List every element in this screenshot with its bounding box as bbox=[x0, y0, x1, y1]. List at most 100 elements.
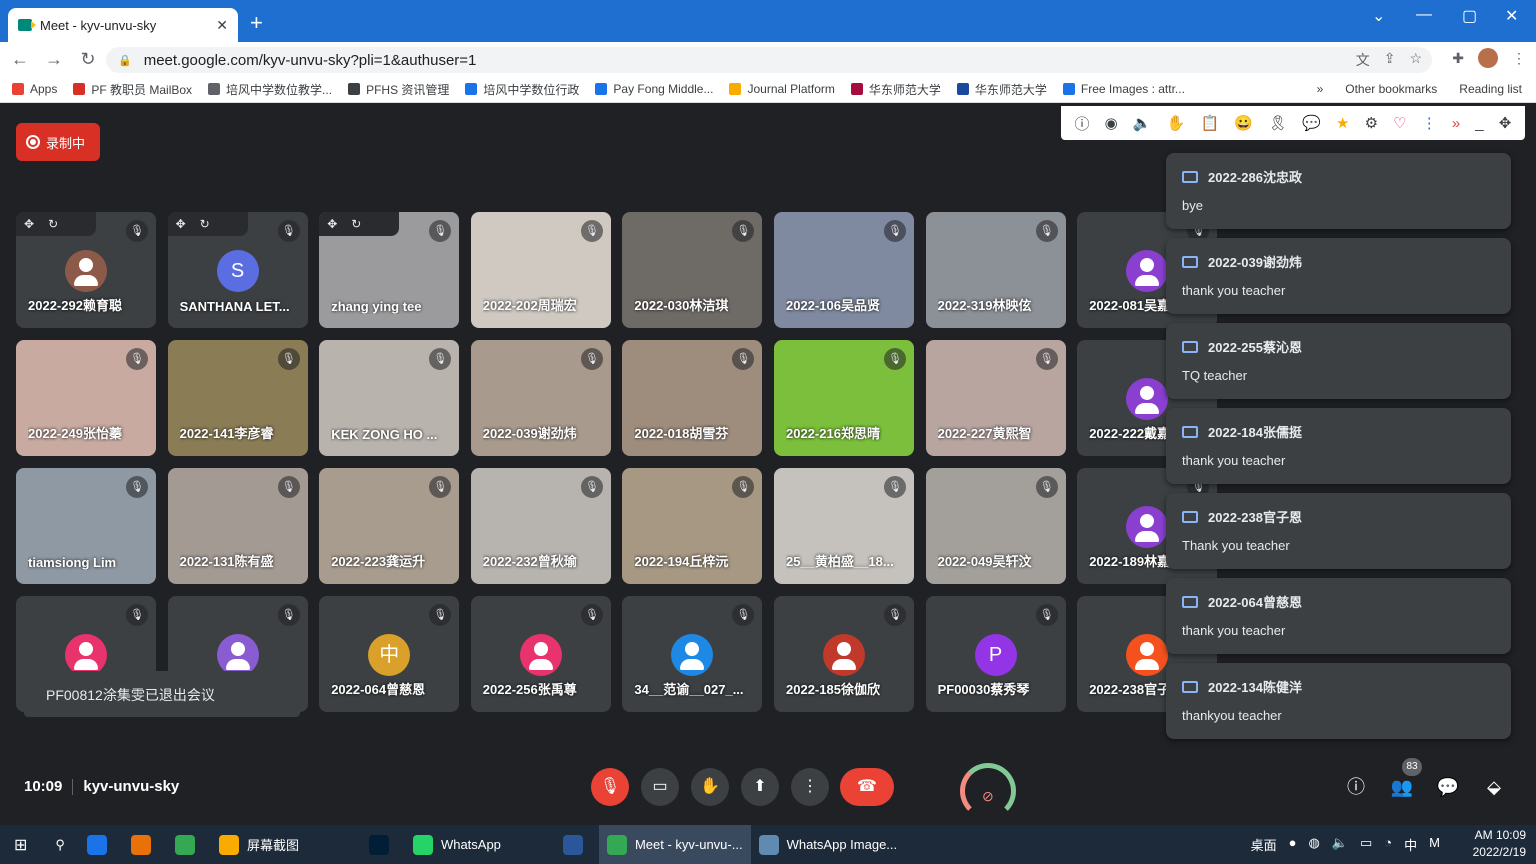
participant-tile[interactable]: 🎙 2022-216郑思晴 bbox=[774, 340, 914, 456]
participant-tile[interactable]: 🎙 2022-227黄熙智 bbox=[925, 340, 1066, 456]
refresh-icon[interactable]: ↻ bbox=[351, 217, 361, 231]
minimize-icon[interactable]: _ bbox=[1475, 115, 1483, 132]
raise-hand-button[interactable]: ✋ bbox=[691, 768, 729, 806]
participant-tile[interactable]: 🎙 P PF00030蔡秀琴 bbox=[925, 596, 1066, 712]
camera-button[interactable]: ▭ bbox=[641, 768, 679, 806]
other-bookmarks[interactable]: Other bookmarks bbox=[1345, 82, 1437, 96]
chat-notification[interactable]: 2022-255蔡沁恩 TQ teacher bbox=[1166, 323, 1511, 399]
address-bar[interactable]: 🔒 meet.google.com/kyv-unvu-sky?pli=1&aut… bbox=[106, 47, 1432, 73]
participant-tile[interactable]: 🎙 2022-141李彦睿 bbox=[167, 340, 308, 456]
participant-tile[interactable]: 🎙 2022-249张怡蓁 bbox=[16, 340, 156, 456]
back-icon[interactable]: ← bbox=[6, 49, 34, 70]
participant-tile[interactable]: 🎙 2022-232曾秋瑜 bbox=[470, 468, 611, 584]
share-icon[interactable]: ⇪ bbox=[1384, 50, 1396, 70]
bookmark-item[interactable]: 培风中学数位教学... bbox=[208, 81, 332, 98]
desktop-label[interactable]: 桌面 bbox=[1251, 835, 1277, 854]
chat-notification[interactable]: 2022-064曾慈恩 thank you teacher bbox=[1166, 578, 1511, 654]
participant-tile[interactable]: 🎙 2022-194丘梓沅 bbox=[622, 468, 763, 584]
gmail-tray-icon[interactable]: M bbox=[1429, 835, 1440, 854]
settings-gear-icon[interactable]: ⚙ bbox=[1365, 114, 1378, 132]
taskbar-app[interactable] bbox=[555, 825, 599, 864]
ime-indicator[interactable]: 中 bbox=[1404, 835, 1417, 854]
recording-indicator[interactable]: 录制中 bbox=[16, 123, 100, 161]
clock-tray-icon[interactable]: ◔ bbox=[1384, 835, 1392, 854]
participant-tile[interactable]: 🎙 2022-202周瑞宏 bbox=[470, 212, 611, 328]
participant-tile[interactable]: 🎙 2022-106吴品贤 bbox=[774, 212, 914, 328]
participant-tile[interactable]: ✥ ↻ 🎙 zhang ying tee bbox=[319, 212, 460, 328]
bookmark-item[interactable]: PFHS 资讯管理 bbox=[348, 81, 449, 98]
profile-avatar[interactable] bbox=[1478, 48, 1498, 68]
taskbar-app[interactable]: Meet - kyv-unvu-... bbox=[598, 825, 751, 864]
taskbar-app[interactable]: WhatsApp bbox=[405, 825, 555, 864]
participant-tile[interactable]: 🎙 25__黄柏盛__18... bbox=[774, 468, 914, 584]
display-icon[interactable]: ▭ bbox=[1360, 835, 1372, 854]
taskbar-app[interactable] bbox=[123, 825, 167, 864]
url-text[interactable]: meet.google.com/kyv-unvu-sky?pli=1&authu… bbox=[144, 52, 477, 69]
search-button[interactable]: ⚲ bbox=[41, 825, 79, 864]
eye-icon[interactable]: ◉ bbox=[1105, 114, 1118, 132]
extensions-icon[interactable]: ✚ bbox=[1452, 50, 1464, 67]
move-icon[interactable]: ✥ bbox=[24, 217, 34, 231]
tab-close-button[interactable]: ✕ bbox=[216, 17, 228, 34]
translate-icon[interactable]: 文 bbox=[1356, 50, 1370, 70]
lock-icon[interactable]: 🔒 bbox=[118, 54, 132, 67]
participant-tile[interactable]: 🎙 2022-319林映伭 bbox=[925, 212, 1066, 328]
bookmark-item[interactable]: PF 教职员 MailBox bbox=[73, 81, 192, 98]
refresh-icon[interactable]: ↻ bbox=[48, 217, 58, 231]
bookmark-item[interactable]: 华东师范大学 bbox=[956, 81, 1047, 98]
reading-list[interactable]: Reading list bbox=[1459, 82, 1522, 96]
participant-tile[interactable]: 🎙 2022-185徐伽欣 bbox=[774, 596, 914, 712]
bookmark-item[interactable]: Pay Fong Middle... bbox=[595, 82, 713, 96]
chat-notification[interactable]: 2022-238官子恩 Thank you teacher bbox=[1166, 493, 1511, 569]
network-icon[interactable]: ◍ bbox=[1308, 835, 1319, 854]
present-button[interactable]: ⬆ bbox=[741, 768, 779, 806]
taskbar-app[interactable] bbox=[361, 825, 405, 864]
menu-icon[interactable]: ⋮ bbox=[1512, 50, 1526, 67]
taskbar-app[interactable]: WhatsApp Image... bbox=[751, 825, 906, 864]
star-icon[interactable]: ☆ bbox=[1409, 50, 1422, 70]
bookmark-item[interactable]: 培风中学数位行政 bbox=[465, 81, 579, 98]
participant-tile[interactable]: 🎙 2022-223龚运升 bbox=[319, 468, 460, 584]
restore-button[interactable]: ▢ bbox=[1462, 6, 1477, 26]
bookmark-item[interactable]: Apps bbox=[12, 82, 57, 96]
taskbar-app[interactable] bbox=[79, 825, 123, 864]
start-button[interactable]: ⊞ bbox=[0, 825, 41, 864]
taskbar-app[interactable] bbox=[167, 825, 211, 864]
bookmark-item[interactable]: 华东师范大学 bbox=[850, 81, 941, 98]
people-button[interactable]: 👥 bbox=[1388, 773, 1416, 801]
ribbon-icon[interactable]: 🎗 bbox=[1268, 114, 1287, 132]
more-options-button[interactable]: ⋮ bbox=[791, 768, 829, 806]
window-close-button[interactable]: ✕ bbox=[1505, 6, 1518, 26]
mic-off-button[interactable]: 🎙 bbox=[591, 768, 629, 806]
chat-notification[interactable]: 2022-286沈忠政 bye bbox=[1166, 153, 1511, 229]
attention-gauge[interactable]: ⊘ bbox=[960, 763, 1016, 819]
move-icon[interactable]: ✥ bbox=[327, 217, 337, 231]
participant-tile[interactable]: 🎙 2022-039谢劲炜 bbox=[470, 340, 611, 456]
tab-meet[interactable]: Meet - kyv-unvu-sky ✕ bbox=[8, 8, 238, 42]
chat-notification[interactable]: 2022-184张儒挺 thank you teacher bbox=[1166, 408, 1511, 484]
volume-icon[interactable]: 🔈 bbox=[1332, 835, 1348, 854]
chat-bubble-icon[interactable]: 💬 bbox=[1302, 114, 1321, 132]
tab-search-icon[interactable]: ⌄ bbox=[1372, 6, 1385, 26]
chat-button[interactable]: 💬 bbox=[1434, 773, 1462, 801]
refresh-icon[interactable]: ↻ bbox=[200, 217, 210, 231]
chrome-tray-icon[interactable]: ● bbox=[1289, 835, 1297, 854]
speaker-icon[interactable]: 🔈 bbox=[1133, 114, 1152, 132]
leave-call-button[interactable]: ☎ bbox=[840, 768, 894, 806]
clipboard-icon[interactable]: 📋 bbox=[1200, 114, 1219, 132]
favorite-star-icon[interactable]: ★ bbox=[1336, 114, 1349, 132]
participant-tile[interactable]: 🎙 34__范谕__027_... bbox=[622, 596, 763, 712]
heart-icon[interactable]: ♡ bbox=[1393, 114, 1406, 132]
info-icon[interactable]: ⓘ bbox=[1075, 113, 1090, 134]
meeting-info-button[interactable]: ⓘ bbox=[1342, 773, 1370, 801]
move-icon[interactable]: ✥ bbox=[1499, 114, 1512, 132]
hand-icon[interactable]: ✋ bbox=[1167, 114, 1186, 132]
minimize-button[interactable]: — bbox=[1416, 6, 1432, 24]
participant-tile[interactable]: 🎙 KEK ZONG HO ... bbox=[319, 340, 460, 456]
more-vert-icon[interactable]: ⋮ bbox=[1422, 114, 1437, 132]
participant-tile[interactable]: 🎙 2022-256张禹尊 bbox=[470, 596, 611, 712]
taskbar-app[interactable]: 屏幕截图 bbox=[211, 825, 361, 864]
reload-icon[interactable]: ↻ bbox=[74, 49, 102, 70]
move-icon[interactable]: ✥ bbox=[176, 217, 186, 231]
new-tab-button[interactable]: + bbox=[250, 10, 263, 36]
